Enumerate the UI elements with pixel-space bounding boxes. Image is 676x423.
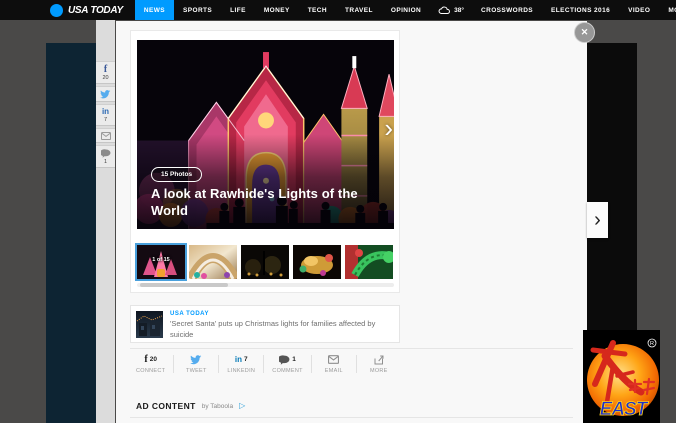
linkedin-share-button[interactable]: in 7 (96, 104, 115, 126)
related-story-text: USA TODAY 'Secret Santa' puts up Christm… (170, 311, 398, 341)
ad-content-divider (130, 417, 573, 418)
related-story-headline: 'Secret Santa' puts up Christmas lights … (170, 319, 398, 341)
registered-mark: R (650, 341, 654, 347)
nav-item-video[interactable]: VIDEO (619, 0, 659, 20)
thumbnail-4[interactable] (293, 245, 341, 279)
weather-widget[interactable]: 38° (430, 0, 472, 20)
taboola-icon[interactable]: ▷ (239, 402, 245, 410)
social-share-sidebar: f 20 in 7 1 (96, 20, 115, 423)
share-divider (263, 355, 264, 373)
share-bar-divider (130, 348, 573, 349)
more-share-button[interactable]: MORE (365, 354, 393, 374)
nav-item-opinion[interactable]: OPINION (382, 0, 430, 20)
nav-item-tech[interactable]: TECH (299, 0, 336, 20)
nav-item-travel[interactable]: TRAVEL (336, 0, 382, 20)
facebook-connect-button[interactable]: f 20 CONNECT (136, 354, 165, 374)
comment-icon (101, 149, 111, 158)
thumbnail-scrollbar (137, 283, 394, 287)
close-lightbox-button[interactable]: ✕ (574, 22, 595, 43)
email-button[interactable]: EMAIL (320, 354, 348, 374)
share-divider (356, 355, 357, 373)
comment-count: 1 (104, 159, 107, 165)
gallery-lightbox-modal: 15 Photos A look at Rawhide's Lights of … (116, 21, 587, 423)
email-icon (101, 132, 111, 140)
email-icon (328, 355, 339, 364)
linkedin-share-button[interactable]: in 7 LINKEDIN (227, 354, 255, 374)
nav-item-news[interactable]: NEWS (135, 0, 174, 20)
share-bar: f 20 CONNECT TWEET in 7 (136, 354, 393, 374)
thumbnail-2[interactable] (189, 245, 237, 279)
facebook-connect-count: 20 (150, 356, 157, 363)
primary-nav: NEWS SPORTS LIFE MONEY TECH TRAVEL OPINI… (135, 0, 676, 20)
thumbnail-strip: 1 of 15 (137, 245, 393, 279)
ad-content-title: AD CONTENT (136, 401, 196, 411)
nav-item-elections-2016[interactable]: ELECTIONS 2016 (542, 0, 619, 20)
linkedin-share-count: 7 (244, 356, 248, 363)
dimmed-page-left-panel (46, 43, 96, 423)
usatoday-ball-icon (50, 4, 63, 17)
thumbnail-scrollbar-handle[interactable] (140, 283, 228, 287)
share-export-icon (374, 355, 384, 365)
share-divider (311, 355, 312, 373)
thumbnail-1-selected[interactable]: 1 of 15 (137, 245, 185, 279)
thumbnail-3[interactable] (241, 245, 289, 279)
related-story-source: USA TODAY (170, 311, 398, 317)
twitter-icon (190, 355, 202, 365)
facebook-icon: f (144, 355, 147, 365)
comments-button[interactable]: 1 (96, 145, 115, 168)
comment-icon (279, 355, 290, 365)
close-icon: ✕ (581, 27, 589, 38)
ad-content-header: AD CONTENT by Taboola ▷ (136, 401, 245, 411)
facebook-icon: f (104, 65, 107, 74)
email-share-button[interactable] (96, 128, 115, 143)
usatoday-logo-text: USA TODAY (68, 5, 123, 16)
thumbnail-5[interactable] (345, 245, 393, 279)
top-navbar: USA TODAY NEWS SPORTS LIFE MONEY TECH TR… (0, 0, 676, 20)
related-story-card[interactable]: USA TODAY 'Secret Santa' puts up Christm… (130, 305, 400, 343)
related-story-thumbnail (136, 311, 163, 338)
comment-count: 1 (292, 356, 296, 363)
facebook-share-count: 20 (102, 75, 108, 81)
nav-item-sports[interactable]: SPORTS (174, 0, 221, 20)
twitter-icon (100, 90, 111, 99)
tweet-button[interactable]: TWEET (182, 354, 210, 374)
nav-item-crosswords[interactable]: CROSSWORDS (472, 0, 542, 20)
next-story-arrow-button[interactable]: › (587, 202, 608, 238)
screen: USA TODAY NEWS SPORTS LIFE MONEY TECH TR… (0, 0, 676, 423)
taboola-attribution[interactable]: by Taboola (202, 403, 233, 410)
facebook-share-button[interactable]: f 20 (96, 61, 115, 84)
comment-button[interactable]: 1 COMMENT (272, 354, 303, 374)
photo-gallery-panel: 15 Photos A look at Rawhide's Lights of … (130, 30, 400, 293)
thumbnail-counter-label: 1 of 15 (137, 257, 185, 263)
nav-item-money[interactable]: MONEY (255, 0, 299, 20)
nav-item-more[interactable]: MORE (659, 0, 676, 20)
east-logo-text: EAST (600, 399, 649, 420)
linkedin-share-count: 7 (104, 117, 107, 123)
nav-item-life[interactable]: LIFE (221, 0, 255, 20)
next-photo-arrow-icon[interactable]: › (384, 115, 393, 141)
twitter-share-button[interactable] (96, 86, 115, 102)
share-divider (218, 355, 219, 373)
photos-count-badge: 15 Photos (151, 167, 202, 182)
linkedin-icon: in (235, 355, 242, 364)
linkedin-icon: in (102, 108, 109, 116)
cloud-icon (438, 6, 451, 15)
usatoday-logo[interactable]: USA TODAY (50, 0, 123, 20)
gallery-photo[interactable]: 15 Photos A look at Rawhide's Lights of … (137, 40, 394, 229)
share-divider (173, 355, 174, 373)
gallery-title: A look at Rawhide's Lights of the World (151, 186, 369, 219)
east-lanterns-ad-banner[interactable]: EAST R (583, 330, 660, 423)
weather-temp: 38° (454, 7, 464, 14)
chevron-right-icon: › (594, 209, 601, 232)
